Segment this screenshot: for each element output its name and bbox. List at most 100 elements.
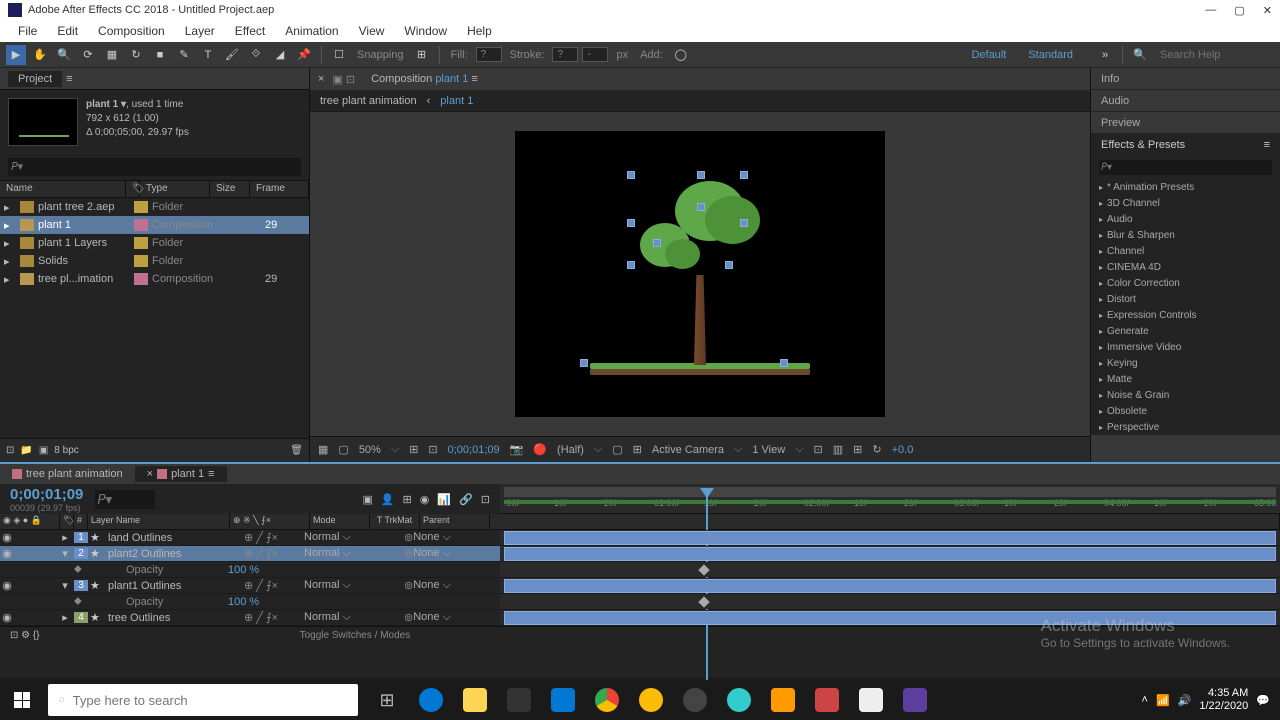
- toggle-switches-button[interactable]: Toggle Switches / Modes: [300, 630, 411, 641]
- snap-mode-icon[interactable]: ⊞: [412, 45, 432, 65]
- toggle-alpha-icon[interactable]: ▦: [318, 443, 328, 456]
- mail-icon[interactable]: [542, 680, 584, 720]
- illustrator-icon[interactable]: [762, 680, 804, 720]
- pixel-ar-icon[interactable]: ⊡: [814, 443, 823, 456]
- hand-tool[interactable]: ✋: [30, 45, 50, 65]
- camera-tool[interactable]: ▦: [102, 45, 122, 65]
- effect-category[interactable]: 3D Channel: [1091, 195, 1280, 211]
- timeline-icon[interactable]: ▥: [833, 443, 843, 456]
- selection-handle[interactable]: [740, 171, 748, 179]
- task-view-icon[interactable]: ⊞: [366, 680, 408, 720]
- shy-icon[interactable]: 👤: [381, 493, 395, 506]
- selection-handle[interactable]: [780, 359, 788, 367]
- comp-tab-label[interactable]: Composition plant 1 ≡: [363, 71, 486, 87]
- project-item[interactable]: ▸plant tree 2.aepFolder: [0, 198, 309, 216]
- project-menu-icon[interactable]: ≡: [66, 73, 72, 85]
- frame-blend-icon[interactable]: ⊞: [403, 493, 412, 506]
- motion-blur-icon[interactable]: ◉: [420, 493, 430, 506]
- menu-edit[interactable]: Edit: [47, 24, 88, 38]
- workspace-default[interactable]: Default: [971, 49, 1006, 61]
- audio-panel-header[interactable]: Audio: [1091, 90, 1280, 112]
- effect-category[interactable]: Color Correction: [1091, 275, 1280, 291]
- aftereffects-icon[interactable]: [894, 680, 936, 720]
- search-help-input[interactable]: [1154, 47, 1274, 63]
- selection-handle[interactable]: [697, 171, 705, 179]
- selection-handle[interactable]: [725, 261, 733, 269]
- tray-expand-icon[interactable]: ˄: [1142, 694, 1148, 706]
- snapping-check[interactable]: ☐: [329, 45, 349, 65]
- tray-clock[interactable]: 4:35 AM 1/22/2020: [1199, 687, 1248, 713]
- interpret-icon[interactable]: ⊡: [6, 445, 14, 456]
- project-item[interactable]: ▸plant 1 LayersFolder: [0, 234, 309, 252]
- timeline-timecode[interactable]: 0;00;01;09: [10, 486, 83, 503]
- project-item[interactable]: ▸plant 1Composition29: [0, 216, 309, 234]
- orbit-tool[interactable]: ⟳: [78, 45, 98, 65]
- effects-search-input[interactable]: [1099, 160, 1272, 175]
- anchor-point[interactable]: [653, 239, 661, 247]
- effect-category[interactable]: Distort: [1091, 291, 1280, 307]
- taskbar-search[interactable]: ○: [48, 684, 358, 716]
- selection-handle[interactable]: [627, 261, 635, 269]
- menu-window[interactable]: Window: [394, 24, 457, 38]
- res-down-icon[interactable]: ⊞: [409, 443, 418, 456]
- project-item[interactable]: ▸SolidsFolder: [0, 252, 309, 270]
- explorer-icon[interactable]: [454, 680, 496, 720]
- add-button[interactable]: ◯: [671, 45, 691, 65]
- grid-icon[interactable]: ⊞: [633, 443, 642, 456]
- taskbar-search-input[interactable]: [73, 693, 348, 708]
- timeline-tab[interactable]: tree plant animation: [0, 466, 135, 482]
- project-search-input[interactable]: [8, 158, 301, 176]
- breadcrumb-current[interactable]: plant 1: [440, 95, 473, 107]
- flowchart-icon[interactable]: ⊞: [853, 443, 862, 456]
- canary-icon[interactable]: [630, 680, 672, 720]
- store-icon[interactable]: [498, 680, 540, 720]
- timeline-property[interactable]: ⬥Opacity100 %: [0, 562, 1280, 578]
- camera-dropdown[interactable]: Active Camera: [652, 444, 724, 456]
- clone-tool[interactable]: ⟐: [246, 45, 266, 65]
- anchor-point[interactable]: [697, 203, 705, 211]
- reset-exposure-icon[interactable]: ↻: [872, 443, 881, 456]
- effect-category[interactable]: Blur & Sharpen: [1091, 227, 1280, 243]
- effect-category[interactable]: CINEMA 4D: [1091, 259, 1280, 275]
- effect-category[interactable]: Noise & Grain: [1091, 387, 1280, 403]
- effect-category[interactable]: Immersive Video: [1091, 339, 1280, 355]
- canvas[interactable]: [515, 131, 885, 417]
- effect-category[interactable]: Expression Controls: [1091, 307, 1280, 323]
- volume-icon[interactable]: 🔊: [1178, 694, 1192, 707]
- graph-editor-icon[interactable]: 📊: [437, 493, 451, 506]
- effect-category[interactable]: * Animation Presets: [1091, 179, 1280, 195]
- fill-swatch[interactable]: ?: [476, 47, 502, 62]
- effect-category[interactable]: Perspective: [1091, 419, 1280, 435]
- viewport[interactable]: [310, 112, 1090, 436]
- snapshot-icon[interactable]: 📷: [510, 443, 524, 456]
- start-button[interactable]: [0, 680, 44, 720]
- effects-panel-header[interactable]: Effects & Presets≡: [1091, 134, 1280, 156]
- type-tool[interactable]: T: [198, 45, 218, 65]
- zoom-level[interactable]: 50%: [359, 444, 381, 456]
- trash-icon[interactable]: 🗑: [290, 445, 303, 456]
- res-dropdown[interactable]: (Half): [557, 444, 584, 456]
- network-icon[interactable]: 📶: [1156, 694, 1170, 707]
- effect-category[interactable]: Obsolete: [1091, 403, 1280, 419]
- selection-handle[interactable]: [740, 219, 748, 227]
- timeline-layer[interactable]: ◉▸1★land Outlines⊕ ╱ ⨍×Normal ⌵⊚None ⌵: [0, 530, 1280, 546]
- app-icon[interactable]: [850, 680, 892, 720]
- tl-toggle-icon[interactable]: ⊡ ⚙ {}: [10, 630, 40, 641]
- info-panel-header[interactable]: Info: [1091, 68, 1280, 90]
- pen-tool[interactable]: ✎: [174, 45, 194, 65]
- eraser-tool[interactable]: ◢: [270, 45, 290, 65]
- app-icon[interactable]: [718, 680, 760, 720]
- menu-help[interactable]: Help: [457, 24, 502, 38]
- breadcrumb-parent[interactable]: tree plant animation: [320, 95, 417, 107]
- selection-handle[interactable]: [627, 219, 635, 227]
- comp-time[interactable]: 0;00;01;09: [448, 444, 500, 456]
- selection-handle[interactable]: [580, 359, 588, 367]
- workspace-more-icon[interactable]: »: [1095, 45, 1115, 65]
- menu-effect[interactable]: Effect: [225, 24, 275, 38]
- effect-category[interactable]: Keying: [1091, 355, 1280, 371]
- stroke-swatch[interactable]: ?: [552, 47, 578, 62]
- toggle-safe-icon[interactable]: ▢: [338, 443, 348, 456]
- zoom-tool[interactable]: 🔍: [54, 45, 74, 65]
- close-button[interactable]: ✕: [1263, 4, 1272, 17]
- maximize-button[interactable]: ▢: [1234, 4, 1244, 17]
